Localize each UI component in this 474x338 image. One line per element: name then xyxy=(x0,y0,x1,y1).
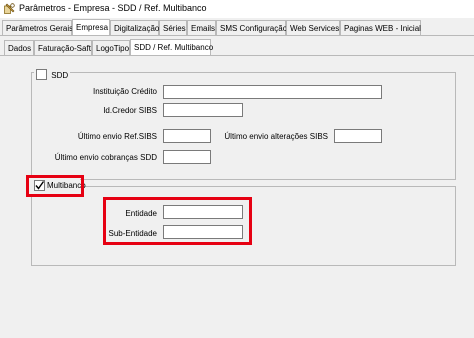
instituicao-credito-field[interactable] xyxy=(163,85,382,99)
multibanco-fields-highlight xyxy=(103,197,252,245)
ultimo-envio-alteracoes-sibs-field[interactable] xyxy=(334,129,382,143)
id-credor-sibs-label: Id.Credor SIBS xyxy=(103,106,157,115)
subtab-faturacao-saft[interactable]: Faturação-Saft xyxy=(34,40,92,55)
main-tab-divider xyxy=(0,35,474,36)
main-tab-bar: Parâmetros Gerais Empresa Digitalização … xyxy=(0,19,474,36)
id-credor-sibs-field[interactable] xyxy=(163,103,243,117)
sub-tab-bar: Dados Faturação-Saft LogoTipo SDD / Ref.… xyxy=(0,39,474,56)
subtab-sdd-ref-multibanco[interactable]: SDD / Ref. Multibanco xyxy=(130,39,213,56)
sdd-group-header: SDD xyxy=(34,67,71,80)
ultimo-envio-cobrancas-sdd-label: Último envio cobranças SDD xyxy=(54,153,157,162)
ultimo-envio-ref-sibs-label: Último envio Ref.SIBS xyxy=(77,132,157,141)
tab-sms-configuracao[interactable]: SMS Configuração xyxy=(216,20,287,35)
tab-paginas-web-inicial[interactable]: Paginas WEB - Inicial xyxy=(340,20,421,35)
subtab-logotipo[interactable]: LogoTipo xyxy=(92,40,130,55)
ultimo-envio-cobrancas-sdd-field[interactable] xyxy=(163,150,211,164)
multibanco-highlight xyxy=(26,175,84,197)
title-bar: Parâmetros - Empresa - SDD / Ref. Multib… xyxy=(0,0,474,18)
window-title: Parâmetros - Empresa - SDD / Ref. Multib… xyxy=(19,3,207,13)
tab-emails[interactable]: Emails xyxy=(187,20,216,35)
tab-parametros-gerais[interactable]: Parâmetros Gerais xyxy=(2,20,73,35)
ultimo-envio-ref-sibs-field[interactable] xyxy=(163,129,211,143)
subtab-dados[interactable]: Dados xyxy=(4,40,34,55)
tab-digitalizacao[interactable]: Digitalização xyxy=(110,20,159,35)
instituicao-credito-label: Instituição Crédito xyxy=(92,87,157,96)
ultimo-envio-alteracoes-sibs-label: Último envio alterações SIBS xyxy=(224,132,328,141)
sub-tab-divider xyxy=(0,55,474,56)
settings-app-icon xyxy=(4,3,15,14)
tab-web-services[interactable]: Web Services xyxy=(286,20,340,35)
tab-empresa[interactable]: Empresa xyxy=(72,19,110,36)
sdd-checkbox-label: SDD xyxy=(51,71,69,80)
sdd-checkbox[interactable] xyxy=(36,69,47,80)
tab-series[interactable]: Séries xyxy=(159,20,187,35)
